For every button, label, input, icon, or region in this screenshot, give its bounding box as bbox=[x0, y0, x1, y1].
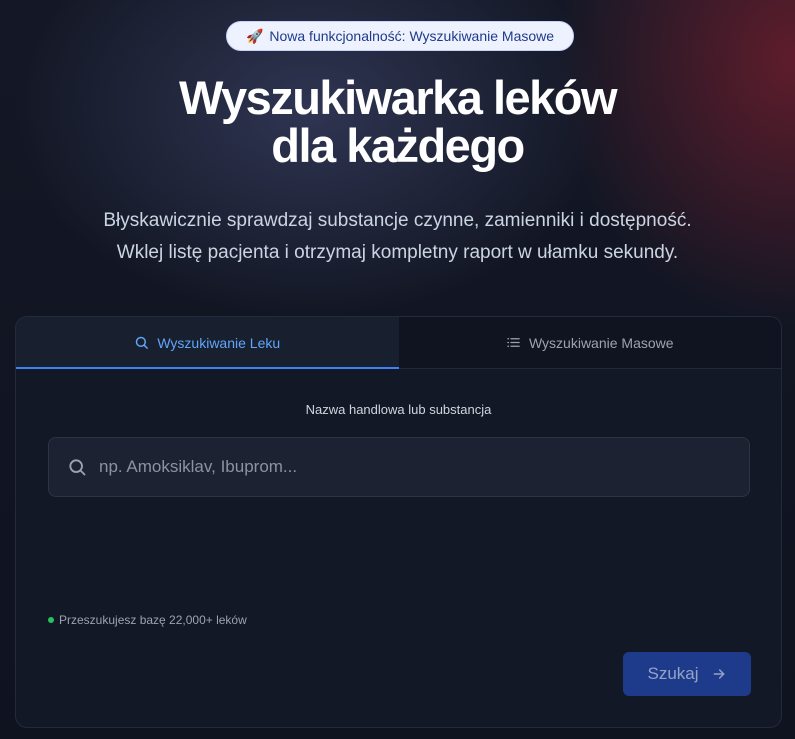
status-dot bbox=[48, 617, 54, 623]
page-subtitle: Błyskawicznie sprawdzaj substancje czynn… bbox=[0, 205, 795, 269]
subtitle-line-2: Wklej listę pacjenta i otrzymaj kompletn… bbox=[116, 242, 679, 263]
tab-bulk-search-label: Wyszukiwanie Masowe bbox=[528, 334, 674, 351]
search-submit-button[interactable]: Szukaj bbox=[623, 652, 751, 696]
tab-single-search-label: Wyszukiwanie Leku bbox=[157, 334, 281, 351]
database-status-text: Przeszukujesz bazę 22,000+ leków bbox=[59, 613, 247, 627]
search-tabs: Wyszukiwanie Leku Wyszukiwanie Masowe bbox=[16, 317, 781, 369]
tab-single-search[interactable]: Wyszukiwanie Leku bbox=[16, 317, 399, 369]
search-submit-label: Szukaj bbox=[647, 664, 699, 683]
drug-search-input[interactable] bbox=[99, 457, 749, 477]
list-icon bbox=[507, 338, 520, 347]
search-card: Wyszukiwanie Leku Wyszukiwanie Masowe Na… bbox=[15, 316, 782, 728]
page-title: Wyszukiwarka leków dla każdego bbox=[0, 74, 795, 170]
title-line-2: dla każdego bbox=[271, 119, 525, 172]
new-feature-badge[interactable]: 🚀 Nowa funkcjonalność: Wyszukiwanie Maso… bbox=[226, 21, 574, 51]
search-icon bbox=[69, 459, 86, 476]
badge-text: Nowa funkcjonalność: Wyszukiwanie Masowe bbox=[269, 28, 555, 44]
subtitle-line-1: Błyskawicznie sprawdzaj substancje czynn… bbox=[103, 210, 692, 231]
rocket-icon: 🚀 bbox=[245, 27, 264, 44]
title-line-1: Wyszukiwarka leków bbox=[178, 71, 618, 124]
tab-bulk-search[interactable]: Wyszukiwanie Masowe bbox=[398, 317, 781, 368]
database-status: Przeszukujesz bazę 22,000+ leków bbox=[48, 613, 247, 627]
search-box[interactable] bbox=[48, 437, 750, 497]
arrow-right-icon bbox=[713, 669, 724, 679]
search-field-label: Nazwa handlowa lub substancja bbox=[305, 402, 492, 417]
search-icon bbox=[136, 336, 149, 349]
